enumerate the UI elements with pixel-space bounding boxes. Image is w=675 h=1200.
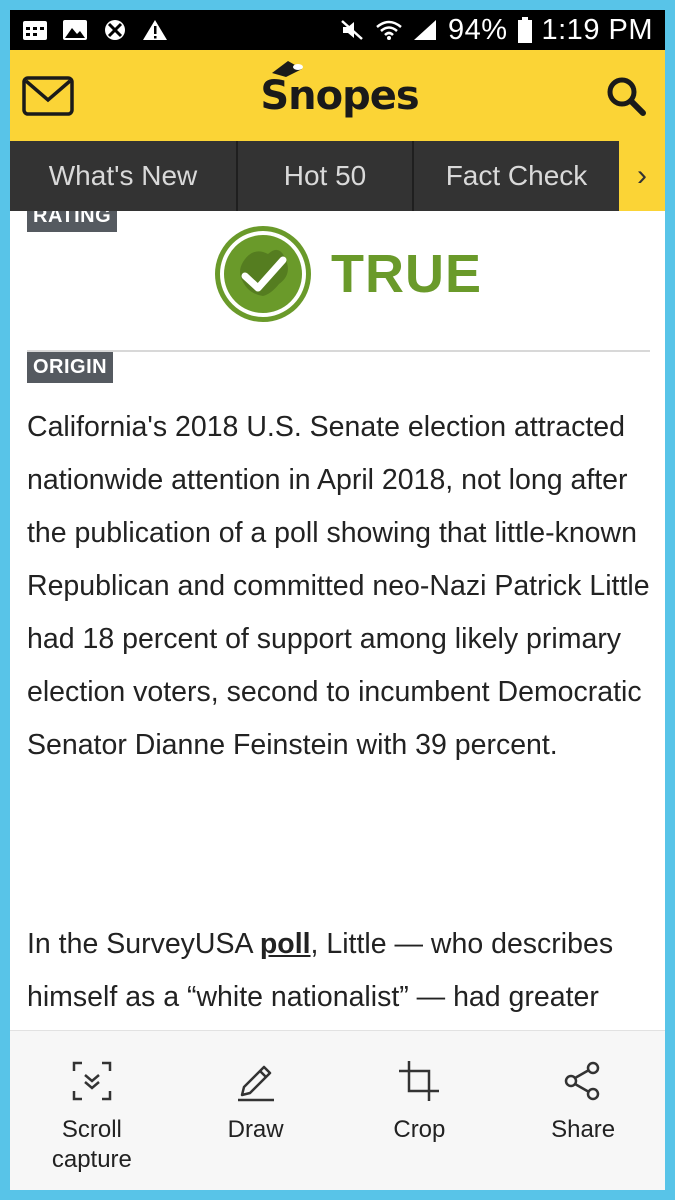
tab-label: Hot 50	[283, 160, 367, 191]
tab-whats-new[interactable]: What's New	[10, 141, 238, 211]
tool-label: Draw	[227, 1116, 284, 1143]
pencil-icon	[237, 1065, 274, 1102]
divider	[27, 350, 650, 352]
clock: 1:19 PM	[541, 14, 653, 46]
blocked-icon	[105, 20, 125, 40]
phone-screen: 94% 1:19 PM Snopes What's New Hot 50 Fac…	[10, 10, 665, 1190]
scroll-capture-icon	[72, 1061, 112, 1101]
image-icon	[63, 20, 87, 40]
origin-tag: ORIGIN	[27, 352, 114, 383]
rating-block: TRUE	[213, 224, 482, 324]
battery-percent: 94%	[447, 14, 508, 46]
warning-icon	[143, 20, 167, 40]
crop-icon	[399, 1061, 440, 1101]
rating-label: TRUE	[331, 244, 482, 304]
logo-text: Snopes	[260, 72, 419, 119]
scroll-capture-button[interactable]: Scroll capture	[10, 1031, 174, 1190]
search-icon[interactable]	[605, 75, 647, 117]
tab-hot-50[interactable]: Hot 50	[238, 141, 414, 211]
calendar-icon	[23, 21, 47, 40]
tool-label: Share	[551, 1116, 616, 1143]
tool-label: Crop	[393, 1116, 446, 1143]
share-icon	[564, 1061, 600, 1101]
article-paragraph: California's 2018 U.S. Senate election a…	[27, 411, 650, 761]
wifi-icon	[376, 20, 402, 40]
crop-button[interactable]: Crop	[338, 1031, 502, 1190]
category-nav: What's New Hot 50 Fact Check ›	[10, 141, 665, 211]
mail-icon[interactable]	[22, 75, 74, 116]
nav-more-button[interactable]: ›	[619, 141, 665, 211]
draw-button[interactable]: Draw	[174, 1031, 338, 1190]
tool-label: Scroll capture	[51, 1116, 132, 1173]
logo-hat-icon	[272, 60, 304, 77]
share-button[interactable]: Share	[501, 1031, 665, 1190]
screenshot-toolbar: Scroll capture Draw Crop Share	[10, 1030, 665, 1190]
poll-link[interactable]: poll	[260, 928, 311, 960]
signal-icon	[413, 20, 436, 40]
true-check-icon	[215, 226, 311, 322]
site-header: Snopes	[10, 50, 665, 141]
status-bar: 94% 1:19 PM	[10, 10, 665, 50]
chevron-right-icon: ›	[637, 159, 647, 192]
tab-fact-check[interactable]: Fact Check	[414, 141, 619, 211]
tab-label: Fact Check	[445, 160, 588, 191]
tab-label: What's New	[48, 160, 198, 191]
snopes-logo[interactable]: Snopes	[260, 60, 420, 119]
rating-tag: RATING	[27, 211, 118, 232]
battery-icon	[517, 17, 532, 43]
mute-icon	[341, 20, 363, 40]
paragraph-text: In the SurveyUSA	[27, 928, 260, 960]
